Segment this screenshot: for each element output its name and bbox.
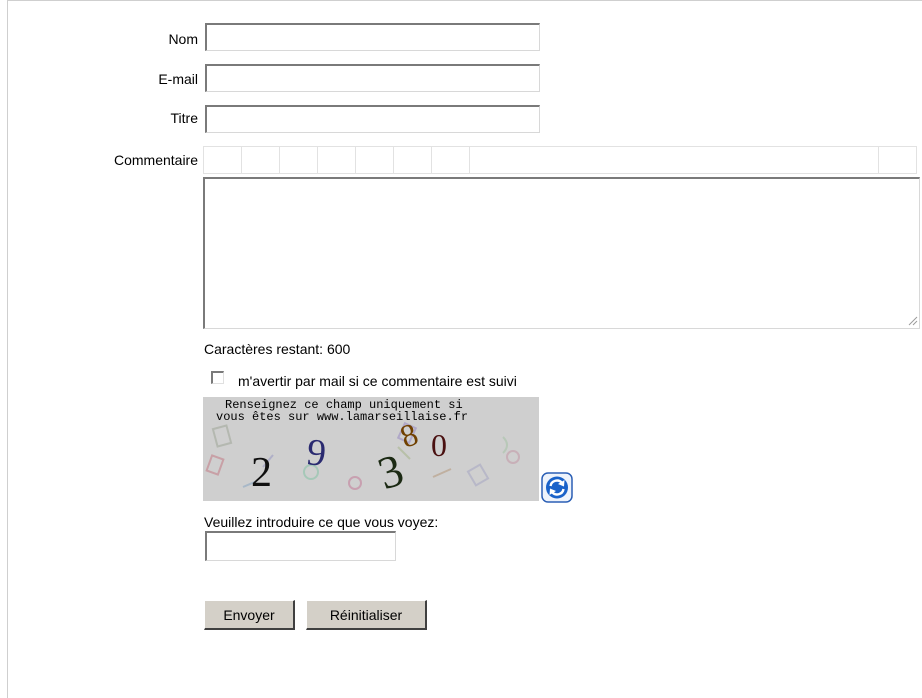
toolbar-button-6[interactable]	[394, 147, 432, 173]
captcha-char-1: 2	[251, 450, 272, 496]
captcha-prompt: Veuillez introduire ce que vous voyez:	[204, 514, 439, 530]
toolbar-button-8[interactable]	[879, 147, 915, 173]
toolbar-button-5[interactable]	[356, 147, 394, 173]
captcha-input[interactable]	[205, 531, 396, 561]
refresh-icon[interactable]	[540, 471, 576, 505]
resize-grip-icon[interactable]	[908, 316, 918, 326]
comment-label: Commentaire	[113, 152, 198, 168]
name-input[interactable]	[205, 23, 540, 51]
comment-textarea[interactable]	[203, 177, 920, 329]
notify-checkbox[interactable]	[211, 371, 224, 384]
name-label: Nom	[168, 31, 198, 47]
captcha-char-5: 0	[431, 427, 447, 463]
notify-label: m'avertir par mail si ce commentaire est…	[238, 373, 517, 389]
reset-button[interactable]: Réinitialiser	[306, 600, 427, 630]
toolbar-button-2[interactable]	[242, 147, 280, 173]
title-label: Titre	[170, 110, 198, 126]
chars-remaining: Caractères restant: 600	[204, 341, 351, 357]
toolbar-select[interactable]	[470, 147, 879, 173]
email-label: E-mail	[158, 71, 198, 87]
editor-toolbar	[203, 146, 917, 174]
toolbar-button-1[interactable]	[204, 147, 242, 173]
submit-button[interactable]: Envoyer	[204, 600, 295, 630]
toolbar-button-4[interactable]	[318, 147, 356, 173]
captcha-line-2: vous êtes sur www.lamarseillaise.fr	[216, 410, 469, 424]
email-input[interactable]	[205, 64, 540, 92]
title-input[interactable]	[205, 105, 540, 133]
captcha-image: Renseignez ce champ uniquement si vous ê…	[203, 397, 539, 501]
toolbar-button-3[interactable]	[280, 147, 318, 173]
toolbar-button-7[interactable]	[432, 147, 470, 173]
